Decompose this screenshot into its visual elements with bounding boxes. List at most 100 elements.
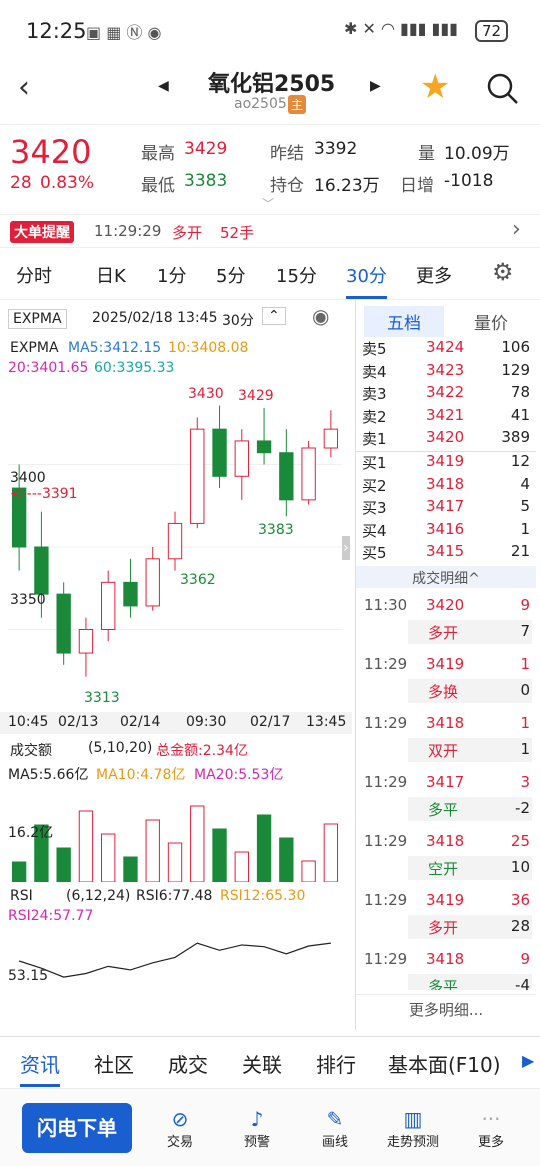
tab-30min[interactable]: 30分 bbox=[346, 262, 387, 299]
trade-time: 11:30 bbox=[364, 596, 408, 614]
big-order-alert[interactable]: 大单提醒 11:29:29 多开 52手 › bbox=[0, 214, 540, 248]
search-icon[interactable] bbox=[486, 72, 520, 106]
trade-label: 交易 bbox=[166, 1135, 193, 1150]
bid-row[interactable]: 买1 3419 12 bbox=[356, 452, 536, 475]
volume-bar bbox=[323, 823, 339, 882]
candle-body bbox=[123, 581, 138, 607]
indicator-select[interactable]: EXPMA bbox=[8, 309, 67, 329]
bid-row[interactable]: 买3 3417 5 bbox=[356, 497, 536, 520]
trade-time: 11:29 bbox=[364, 950, 408, 968]
x-tick: 10:45 bbox=[8, 714, 49, 730]
chevron-right-icon: › bbox=[512, 217, 521, 242]
ask-price: 3422 bbox=[426, 383, 465, 402]
expand-side-icon[interactable]: › bbox=[342, 536, 350, 560]
tab-community[interactable]: 社区 bbox=[94, 1049, 134, 1078]
volume-value: 10.09万 bbox=[444, 144, 510, 164]
candle-body bbox=[101, 581, 116, 631]
collapse-icon[interactable]: ⌃ bbox=[262, 307, 286, 325]
tab-5min[interactable]: 5分 bbox=[216, 262, 245, 288]
tab-five-levels[interactable]: 五档 bbox=[364, 306, 444, 337]
forecast-icon: ▥ bbox=[403, 1107, 423, 1131]
tab-daily-k[interactable]: 日K bbox=[96, 262, 126, 288]
tab-news[interactable]: 资讯 bbox=[20, 1049, 60, 1087]
gear-icon[interactable]: ⚙ bbox=[492, 258, 514, 286]
tab-fundamentals[interactable]: 基本面(F10) bbox=[388, 1049, 501, 1078]
bid-row[interactable]: 买4 3416 1 bbox=[356, 520, 536, 543]
header-bar: ‹ ◀ 氧化铝2505 ao2505 主 ▶ ★ bbox=[0, 62, 540, 124]
ask-label: 卖3 bbox=[362, 385, 387, 404]
prev-contract-icon[interactable]: ◀ bbox=[158, 78, 169, 94]
tab-15min[interactable]: 15分 bbox=[276, 262, 317, 288]
open-interest-value: 16.23万 bbox=[314, 176, 380, 196]
tab-1min[interactable]: 1分 bbox=[157, 262, 186, 288]
alert-button[interactable]: ♪ 预警 bbox=[232, 1107, 282, 1150]
trade-button[interactable]: ⊘ 交易 bbox=[155, 1107, 205, 1150]
tab-volume-price[interactable]: 量价 bbox=[456, 309, 526, 334]
back-icon[interactable]: ‹ bbox=[18, 70, 30, 105]
rsi-indicator-select[interactable]: RSI bbox=[10, 888, 33, 904]
rsi-level: 53.15 bbox=[8, 968, 49, 984]
eye-icon[interactable]: ◉ bbox=[312, 304, 329, 328]
kline-chart[interactable] bbox=[8, 382, 342, 712]
label-3429: 3429 bbox=[238, 388, 274, 404]
bid-price: 3416 bbox=[426, 519, 465, 538]
forecast-label: 走势预测 bbox=[386, 1135, 439, 1150]
ask-row[interactable]: 卖2 3421 41 bbox=[356, 406, 536, 429]
trade-price: 3419 bbox=[426, 655, 465, 673]
more-button[interactable]: ··· 更多 bbox=[466, 1107, 516, 1150]
bid-label: 买3 bbox=[362, 499, 387, 518]
scroll-right-icon[interactable]: ▶ bbox=[522, 1051, 534, 1070]
star-icon[interactable]: ★ bbox=[420, 67, 450, 107]
volume-bar bbox=[78, 810, 94, 882]
tab-trades[interactable]: 成交 bbox=[168, 1049, 208, 1078]
label-3391: <----3391 bbox=[10, 486, 78, 502]
more-label: 更多 bbox=[477, 1135, 504, 1150]
rsi12: RSI12:65.30 bbox=[220, 888, 306, 904]
candle-body bbox=[279, 452, 294, 501]
trade-price: 3417 bbox=[426, 773, 465, 791]
bid-price: 3415 bbox=[426, 542, 465, 561]
trade-time: 11:29 bbox=[364, 773, 408, 791]
ask-price: 3421 bbox=[426, 405, 465, 424]
chart-panel: EXPMA 2025/02/18 13:45 30分 ⌃ ◉ EXPMA MA5… bbox=[0, 300, 352, 1030]
ask-volume: 106 bbox=[501, 338, 530, 356]
trades-header[interactable]: 成交明细^ bbox=[356, 566, 536, 588]
candle-body bbox=[167, 522, 183, 560]
candle-body bbox=[34, 546, 49, 595]
forecast-button[interactable]: ▥ 走势预测 bbox=[382, 1107, 444, 1150]
tab-more[interactable]: 更多 bbox=[416, 262, 452, 288]
battery-icon: 72 bbox=[475, 20, 509, 42]
ask-row[interactable]: 卖1 3420 389 bbox=[356, 428, 536, 451]
quote-panel: 3420 28 0.83% 最高 3429 最低 3383 昨结 3392 持仓… bbox=[0, 124, 540, 214]
action-bar: 闪电下单 ⊘ 交易 ♪ 预警 ✎ 画线 ▥ 走势预测 ··· 更多 bbox=[0, 1088, 540, 1166]
candle-body bbox=[145, 558, 160, 607]
ask-row[interactable]: 卖5 3424 106 bbox=[356, 338, 536, 361]
draw-line-button[interactable]: ✎ 画线 bbox=[310, 1107, 360, 1150]
volume-chart[interactable] bbox=[8, 784, 342, 882]
next-contract-icon[interactable]: ▶ bbox=[370, 78, 381, 94]
flash-order-button[interactable]: 闪电下单 bbox=[22, 1103, 132, 1153]
ask-volume: 41 bbox=[510, 405, 530, 424]
tab-ranking[interactable]: 排行 bbox=[316, 1049, 356, 1078]
tab-timeshare[interactable]: 分时 bbox=[16, 262, 52, 288]
trade-price: 3418 bbox=[426, 714, 465, 732]
volume-bar bbox=[56, 847, 71, 882]
more-dots-icon: ··· bbox=[481, 1107, 501, 1131]
bid-volume: 21 bbox=[510, 542, 530, 561]
ask-row[interactable]: 卖4 3423 129 bbox=[356, 361, 536, 384]
low-value: 3383 bbox=[184, 171, 228, 191]
trade-volume: 9 bbox=[520, 596, 530, 614]
trade-type: 多换 bbox=[428, 683, 459, 701]
rsi-chart[interactable] bbox=[8, 928, 342, 1026]
volume-level: 16.2亿 bbox=[8, 825, 54, 841]
volume-indicator-select[interactable]: 成交额 bbox=[10, 740, 52, 760]
tab-related[interactable]: 关联 bbox=[242, 1049, 282, 1078]
bid-row[interactable]: 买5 3415 21 bbox=[356, 542, 536, 565]
expand-icon[interactable]: ﹀ bbox=[262, 195, 274, 212]
more-trades-link[interactable]: 更多明细... bbox=[356, 994, 536, 1022]
volume-bar bbox=[101, 833, 116, 882]
alert-action: 多开 bbox=[172, 224, 203, 242]
bid-row[interactable]: 买2 3418 4 bbox=[356, 475, 536, 498]
ask-row[interactable]: 卖3 3422 78 bbox=[356, 383, 536, 406]
x-tick: 13:45 bbox=[306, 714, 347, 730]
